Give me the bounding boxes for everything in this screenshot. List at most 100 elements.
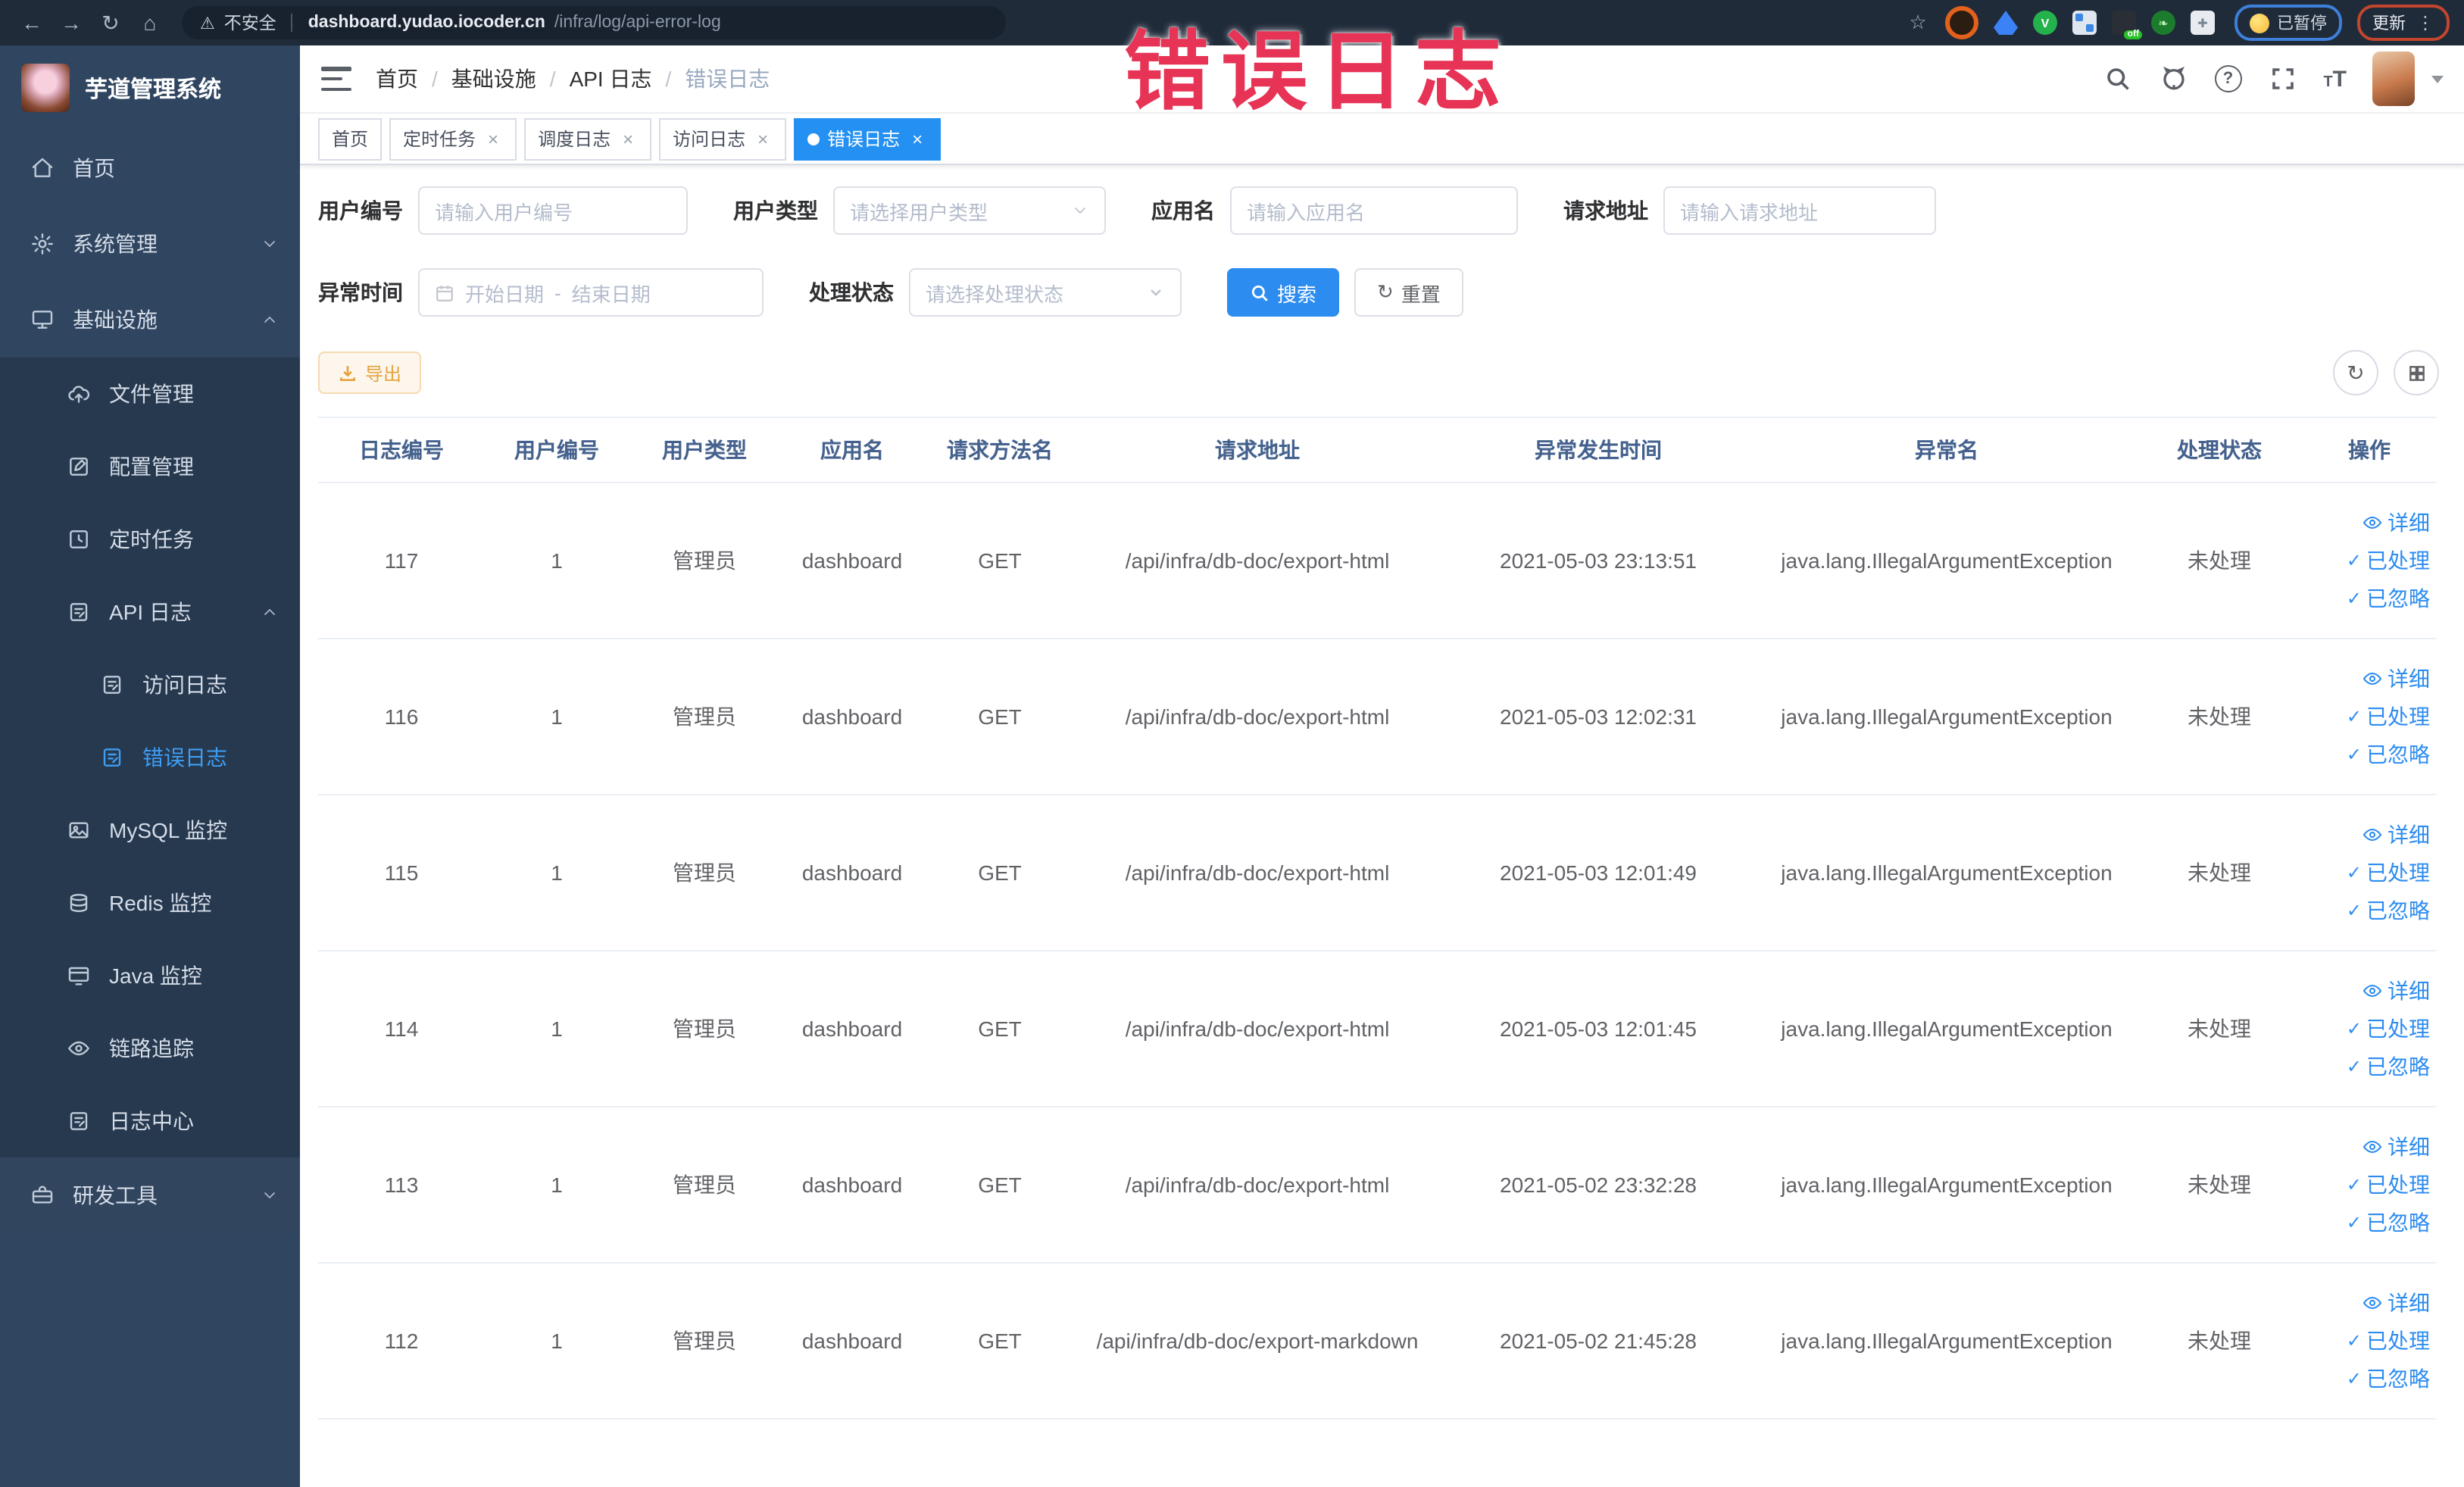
sidebar-item-11[interactable]: Java 监控	[0, 939, 300, 1012]
breadcrumb-item[interactable]: API 日志	[570, 64, 652, 94]
extension-blue-icon[interactable]	[1994, 11, 2018, 35]
close-icon[interactable]: ×	[753, 128, 773, 149]
refresh-table-button[interactable]: ↻	[2333, 350, 2378, 395]
close-icon[interactable]: ×	[483, 128, 503, 149]
search-icon[interactable]	[2102, 64, 2132, 94]
sidebar-item-12[interactable]: 链路追踪	[0, 1012, 300, 1085]
close-icon[interactable]: ×	[907, 128, 927, 149]
action-已忽略[interactable]: ✓ 已忽略	[2347, 1207, 2430, 1238]
date-range-input[interactable]: 开始日期 - 结束日期	[418, 268, 764, 317]
profile-paused-chip[interactable]: 已暂停	[2234, 5, 2342, 41]
sidebar-item-14[interactable]: 研发工具	[0, 1157, 300, 1233]
browser-update-button[interactable]: 更新 ⋮	[2357, 5, 2450, 41]
action-已忽略[interactable]: ✓ 已忽略	[2347, 739, 2430, 770]
breadcrumb-item[interactable]: 基础设施	[451, 64, 536, 94]
cell-request-method: GET	[924, 795, 1076, 951]
error-log-icon	[100, 745, 124, 770]
extensions-puzzle-icon[interactable]: ✚	[2191, 11, 2215, 35]
help-icon[interactable]: ?	[2214, 65, 2242, 92]
sidebar-item-2[interactable]: 基础设施	[0, 282, 300, 358]
sidebar-item-3[interactable]: 文件管理	[0, 358, 300, 430]
font-size-icon[interactable]: TT	[2323, 66, 2347, 92]
请求地址-input[interactable]: 请输入请求地址	[1663, 186, 1936, 235]
extension-off-icon[interactable]: off	[2112, 11, 2142, 39]
extension-orange-icon[interactable]	[1945, 6, 1978, 39]
应用名-input[interactable]: 请输入应用名	[1230, 186, 1518, 235]
action-详细[interactable]: 详细	[2362, 820, 2430, 850]
extension-green-check-icon[interactable]: V	[2033, 11, 2057, 35]
search-button[interactable]: 搜索	[1227, 268, 1340, 317]
action-已忽略[interactable]: ✓ 已忽略	[2347, 895, 2430, 926]
fullscreen-icon[interactable]	[2267, 64, 2297, 94]
action-详细[interactable]: 详细	[2362, 1288, 2430, 1318]
sidebar-item-13[interactable]: 日志中心	[0, 1085, 300, 1157]
browser-menu-icon[interactable]: ⋮	[2416, 12, 2434, 33]
action-已忽略[interactable]: ✓ 已忽略	[2347, 583, 2430, 614]
action-label: 详细	[2387, 979, 2430, 1003]
sidebar-item-0[interactable]: 首页	[0, 130, 300, 206]
column-settings-button[interactable]	[2394, 350, 2439, 395]
sidebar-logo-row[interactable]: 芋道管理系统	[0, 45, 300, 130]
browser-back-icon[interactable]: ←	[15, 6, 48, 39]
tab-调度日志[interactable]: 调度日志 ×	[524, 117, 652, 160]
tab-首页[interactable]: 首页	[318, 117, 383, 160]
filter-label: 用户类型	[733, 198, 818, 223]
breadcrumb-item[interactable]: 首页	[376, 64, 418, 94]
sidebar-item-5[interactable]: 定时任务	[0, 503, 300, 576]
tab-访问日志[interactable]: 访问日志 ×	[659, 117, 787, 160]
sidebar-item-10[interactable]: Redis 监控	[0, 867, 300, 939]
action-已忽略[interactable]: ✓ 已忽略	[2347, 1364, 2430, 1394]
browser-forward-icon[interactable]: →	[55, 6, 88, 39]
sidebar-item-4[interactable]: 配置管理	[0, 430, 300, 503]
tab-定时任务[interactable]: 定时任务 ×	[389, 117, 517, 160]
avatar-caret-icon[interactable]	[2431, 75, 2444, 83]
sidebar-item-label: 链路追踪	[109, 1036, 194, 1061]
action-已处理[interactable]: ✓ 已处理	[2347, 1170, 2430, 1200]
github-icon[interactable]	[2158, 64, 2188, 94]
action-详细[interactable]: 详细	[2362, 508, 2430, 538]
用户类型-select[interactable]: 请选择用户类型	[833, 186, 1106, 235]
export-button[interactable]: 导出	[318, 351, 422, 394]
hamburger-icon[interactable]	[321, 67, 351, 91]
tab-错误日志[interactable]: 错误日志 ×	[794, 117, 942, 160]
filter-label: 处理状态	[809, 280, 894, 305]
input-placeholder: 请输入用户编号	[435, 201, 573, 223]
sidebar-item-8[interactable]: 错误日志	[0, 721, 300, 794]
extension-leaf-icon[interactable]: ❧	[2151, 11, 2175, 35]
sidebar-item-7[interactable]: 访问日志	[0, 648, 300, 721]
action-详细[interactable]: 详细	[2362, 976, 2430, 1006]
browser-reload-icon[interactable]: ↻	[94, 6, 127, 39]
bookmark-star-icon[interactable]: ☆	[1906, 11, 1930, 35]
address-bar[interactable]: ⚠ 不安全 dashboard.yudao.iocoder.cn/infra/l…	[182, 6, 1006, 39]
cell-process-status: 未处理	[2136, 1107, 2303, 1264]
file-manage-icon	[67, 382, 91, 406]
operations-stack: 详细 ✓ 已处理 ✓ 已忽略	[2309, 976, 2430, 1082]
reset-button[interactable]: ↻ 重置	[1354, 268, 1463, 317]
action-详细[interactable]: 详细	[2362, 664, 2430, 694]
action-详细[interactable]: 详细	[2362, 1132, 2430, 1162]
user-avatar[interactable]	[2372, 52, 2415, 106]
logo-image	[21, 64, 70, 112]
process-status-select[interactable]: 请选择处理状态	[909, 268, 1182, 317]
extension-grid-icon[interactable]	[2072, 11, 2097, 35]
cell-app-name: dashboard	[780, 639, 924, 795]
browser-home-icon[interactable]: ⌂	[133, 6, 167, 39]
action-已处理[interactable]: ✓ 已处理	[2347, 1014, 2430, 1044]
download-icon	[340, 365, 355, 380]
sidebar-item-1[interactable]: 系统管理	[0, 206, 300, 282]
cell-operations: 详细 ✓ 已处理 ✓ 已忽略	[2303, 1107, 2436, 1264]
用户编号-input[interactable]: 请输入用户编号	[418, 186, 688, 235]
table-row: 114 1 管理员 dashboard GET/api/infra/db-doc/exp…	[318, 951, 2436, 1107]
action-已处理[interactable]: ✓ 已处理	[2347, 701, 2430, 732]
cell-exception-name: java.lang.IllegalArgumentException	[1757, 1263, 2136, 1420]
action-label: 已忽略	[2366, 742, 2430, 767]
cell-exception-time: 2021-05-03 12:02:31	[1439, 639, 1757, 795]
close-icon[interactable]: ×	[618, 128, 638, 149]
action-已处理[interactable]: ✓ 已处理	[2347, 545, 2430, 576]
action-已忽略[interactable]: ✓ 已忽略	[2347, 1051, 2430, 1082]
access-log-icon	[100, 673, 124, 697]
sidebar-item-9[interactable]: MySQL 监控	[0, 794, 300, 867]
sidebar-item-6[interactable]: API 日志	[0, 576, 300, 648]
action-已处理[interactable]: ✓ 已处理	[2347, 1326, 2430, 1356]
action-已处理[interactable]: ✓ 已处理	[2347, 858, 2430, 888]
